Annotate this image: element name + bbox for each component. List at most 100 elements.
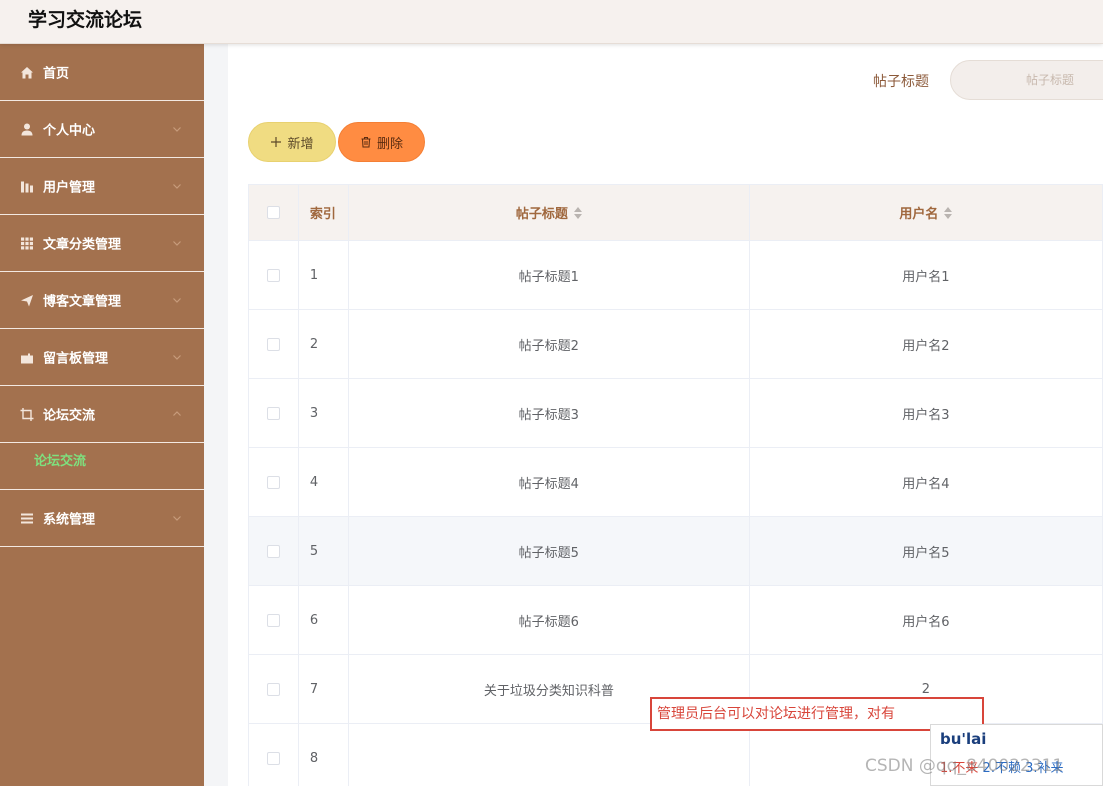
crop-icon xyxy=(19,407,34,422)
header-username[interactable]: 用户名 xyxy=(750,185,1102,240)
watermark: CSDN @qq_840022311 xyxy=(865,756,1064,776)
row-index: 5 xyxy=(299,517,349,585)
sidebar-item-article-category[interactable]: 文章分类管理 xyxy=(0,215,204,272)
chevron-down-icon xyxy=(173,127,181,132)
table-row: 3 帖子标题3 用户名3 xyxy=(249,379,1102,448)
sidebar-item-label: 论坛交流 xyxy=(43,408,96,424)
chevron-up-icon xyxy=(173,411,181,416)
send-icon xyxy=(19,293,34,308)
sidebar-item-label: 用户管理 xyxy=(43,180,96,196)
sidebar-subitem-forum[interactable]: 论坛交流 xyxy=(34,450,86,469)
row-title: 帖子标题4 xyxy=(349,448,750,516)
sidebar-item-label: 系统管理 xyxy=(43,512,96,528)
table-row: 1 帖子标题1 用户名1 xyxy=(249,241,1102,310)
ime-candidate-window: bu'lai 1.不来 2.不赖 3.补来 xyxy=(930,724,1103,786)
chevron-down-icon xyxy=(173,298,181,303)
row-title: 帖子标题2 xyxy=(349,310,750,378)
user-icon xyxy=(19,122,34,137)
row-checkbox-cell xyxy=(249,379,299,447)
select-all-checkbox[interactable] xyxy=(266,206,280,219)
row-checkbox-cell xyxy=(249,586,299,654)
users-icon xyxy=(19,179,34,194)
home-icon xyxy=(19,65,34,80)
sidebar-item-home[interactable]: 首页 xyxy=(0,44,204,101)
search-input[interactable]: 帖子标题 xyxy=(950,60,1103,100)
row-index: 3 xyxy=(299,379,349,447)
row-username: 用户名5 xyxy=(902,545,950,561)
row-index: 7 xyxy=(299,655,349,723)
chevron-down-icon xyxy=(173,355,181,360)
sort-icon[interactable] xyxy=(944,206,953,219)
message-icon xyxy=(19,350,34,365)
delete-button-label: 删除 xyxy=(376,136,403,152)
row-index: 6 xyxy=(299,586,349,654)
sidebar-item-forum[interactable]: 论坛交流 xyxy=(0,386,204,443)
header-title[interactable]: 帖子标题 xyxy=(349,185,750,240)
row-username: 用户名1 xyxy=(902,269,950,285)
row-checkbox[interactable] xyxy=(266,268,280,282)
row-checkbox-cell xyxy=(249,655,299,723)
list-icon xyxy=(19,511,34,526)
sidebar-item-label: 博客文章管理 xyxy=(43,294,122,310)
sidebar-item-message-board[interactable]: 留言板管理 xyxy=(0,329,204,386)
main-content: 帖子标题 帖子标题 新增 删除 索引 帖子标题 用户名 1 帖子标题1 用户名1… xyxy=(204,44,1103,786)
row-checkbox-cell xyxy=(249,448,299,516)
chevron-down-icon xyxy=(173,184,181,189)
table-header: 索引 帖子标题 用户名 xyxy=(249,185,1102,241)
row-title: 帖子标题5 xyxy=(349,517,750,585)
row-username: 用户名6 xyxy=(902,614,950,630)
app-title: 学习交流论坛 xyxy=(28,9,143,31)
sidebar-item-label: 留言板管理 xyxy=(43,351,109,367)
sidebar-item-blog-articles[interactable]: 博客文章管理 xyxy=(0,272,204,329)
chevron-down-icon xyxy=(173,516,181,521)
row-username: 用户名2 xyxy=(902,338,950,354)
chevron-down-icon xyxy=(173,241,181,246)
header-checkbox-cell xyxy=(249,185,299,240)
add-button[interactable]: 新增 xyxy=(248,122,336,162)
row-checkbox[interactable] xyxy=(266,682,280,696)
row-index: 8 xyxy=(299,724,349,786)
sidebar-item-label: 首页 xyxy=(43,66,70,82)
row-title: 帖子标题6 xyxy=(349,586,750,654)
row-checkbox[interactable] xyxy=(266,751,280,765)
sidebar-item-label: 文章分类管理 xyxy=(43,237,122,253)
grid-icon xyxy=(19,236,34,251)
plus-icon xyxy=(271,137,282,147)
ime-composition: bu'lai xyxy=(940,730,987,748)
row-index: 1 xyxy=(299,241,349,309)
sidebar-item-label: 个人中心 xyxy=(43,123,96,139)
table-row: 6 帖子标题6 用户名6 xyxy=(249,586,1102,655)
row-checkbox-cell xyxy=(249,241,299,309)
table-row: 5 帖子标题5 用户名5 xyxy=(249,517,1102,586)
sidebar-submenu-forum: 论坛交流 xyxy=(0,443,204,490)
row-checkbox[interactable] xyxy=(266,406,280,420)
row-checkbox-cell xyxy=(249,724,299,786)
top-bar: 学习交流论坛 xyxy=(0,0,1103,44)
delete-button[interactable]: 删除 xyxy=(338,122,425,162)
row-index: 4 xyxy=(299,448,349,516)
search-label: 帖子标题 xyxy=(873,74,929,90)
header-title-label: 帖子标题 xyxy=(515,207,568,222)
sidebar-item-personal-center[interactable]: 个人中心 xyxy=(0,101,204,158)
row-username: 用户名3 xyxy=(902,407,950,423)
posts-table: 索引 帖子标题 用户名 1 帖子标题1 用户名1 2 帖子标题2 用户名2 3 … xyxy=(248,184,1103,786)
row-title: 帖子标题1 xyxy=(349,241,750,309)
trash-icon xyxy=(361,137,371,148)
add-button-label: 新增 xyxy=(287,136,314,152)
header-username-label: 用户名 xyxy=(899,207,939,222)
row-title: 帖子标题3 xyxy=(349,379,750,447)
sidebar-item-system-management[interactable]: 系统管理 xyxy=(0,490,204,547)
row-checkbox[interactable] xyxy=(266,337,280,351)
sidebar-item-user-management[interactable]: 用户管理 xyxy=(0,158,204,215)
row-checkbox[interactable] xyxy=(266,613,280,627)
header-index: 索引 xyxy=(299,185,349,240)
sort-icon[interactable] xyxy=(573,206,582,219)
table-row: 4 帖子标题4 用户名4 xyxy=(249,448,1102,517)
row-checkbox[interactable] xyxy=(266,475,280,489)
sidebar: 首页 个人中心 用户管理 文章分类管理 博客文章管理 留言板管理 论坛交流 论坛… xyxy=(0,44,204,786)
row-checkbox-cell xyxy=(249,517,299,585)
row-username: 用户名4 xyxy=(902,476,950,492)
content-panel: 帖子标题 帖子标题 新增 删除 索引 帖子标题 用户名 1 帖子标题1 用户名1… xyxy=(228,44,1103,786)
row-checkbox-cell xyxy=(249,310,299,378)
row-checkbox[interactable] xyxy=(266,544,280,558)
